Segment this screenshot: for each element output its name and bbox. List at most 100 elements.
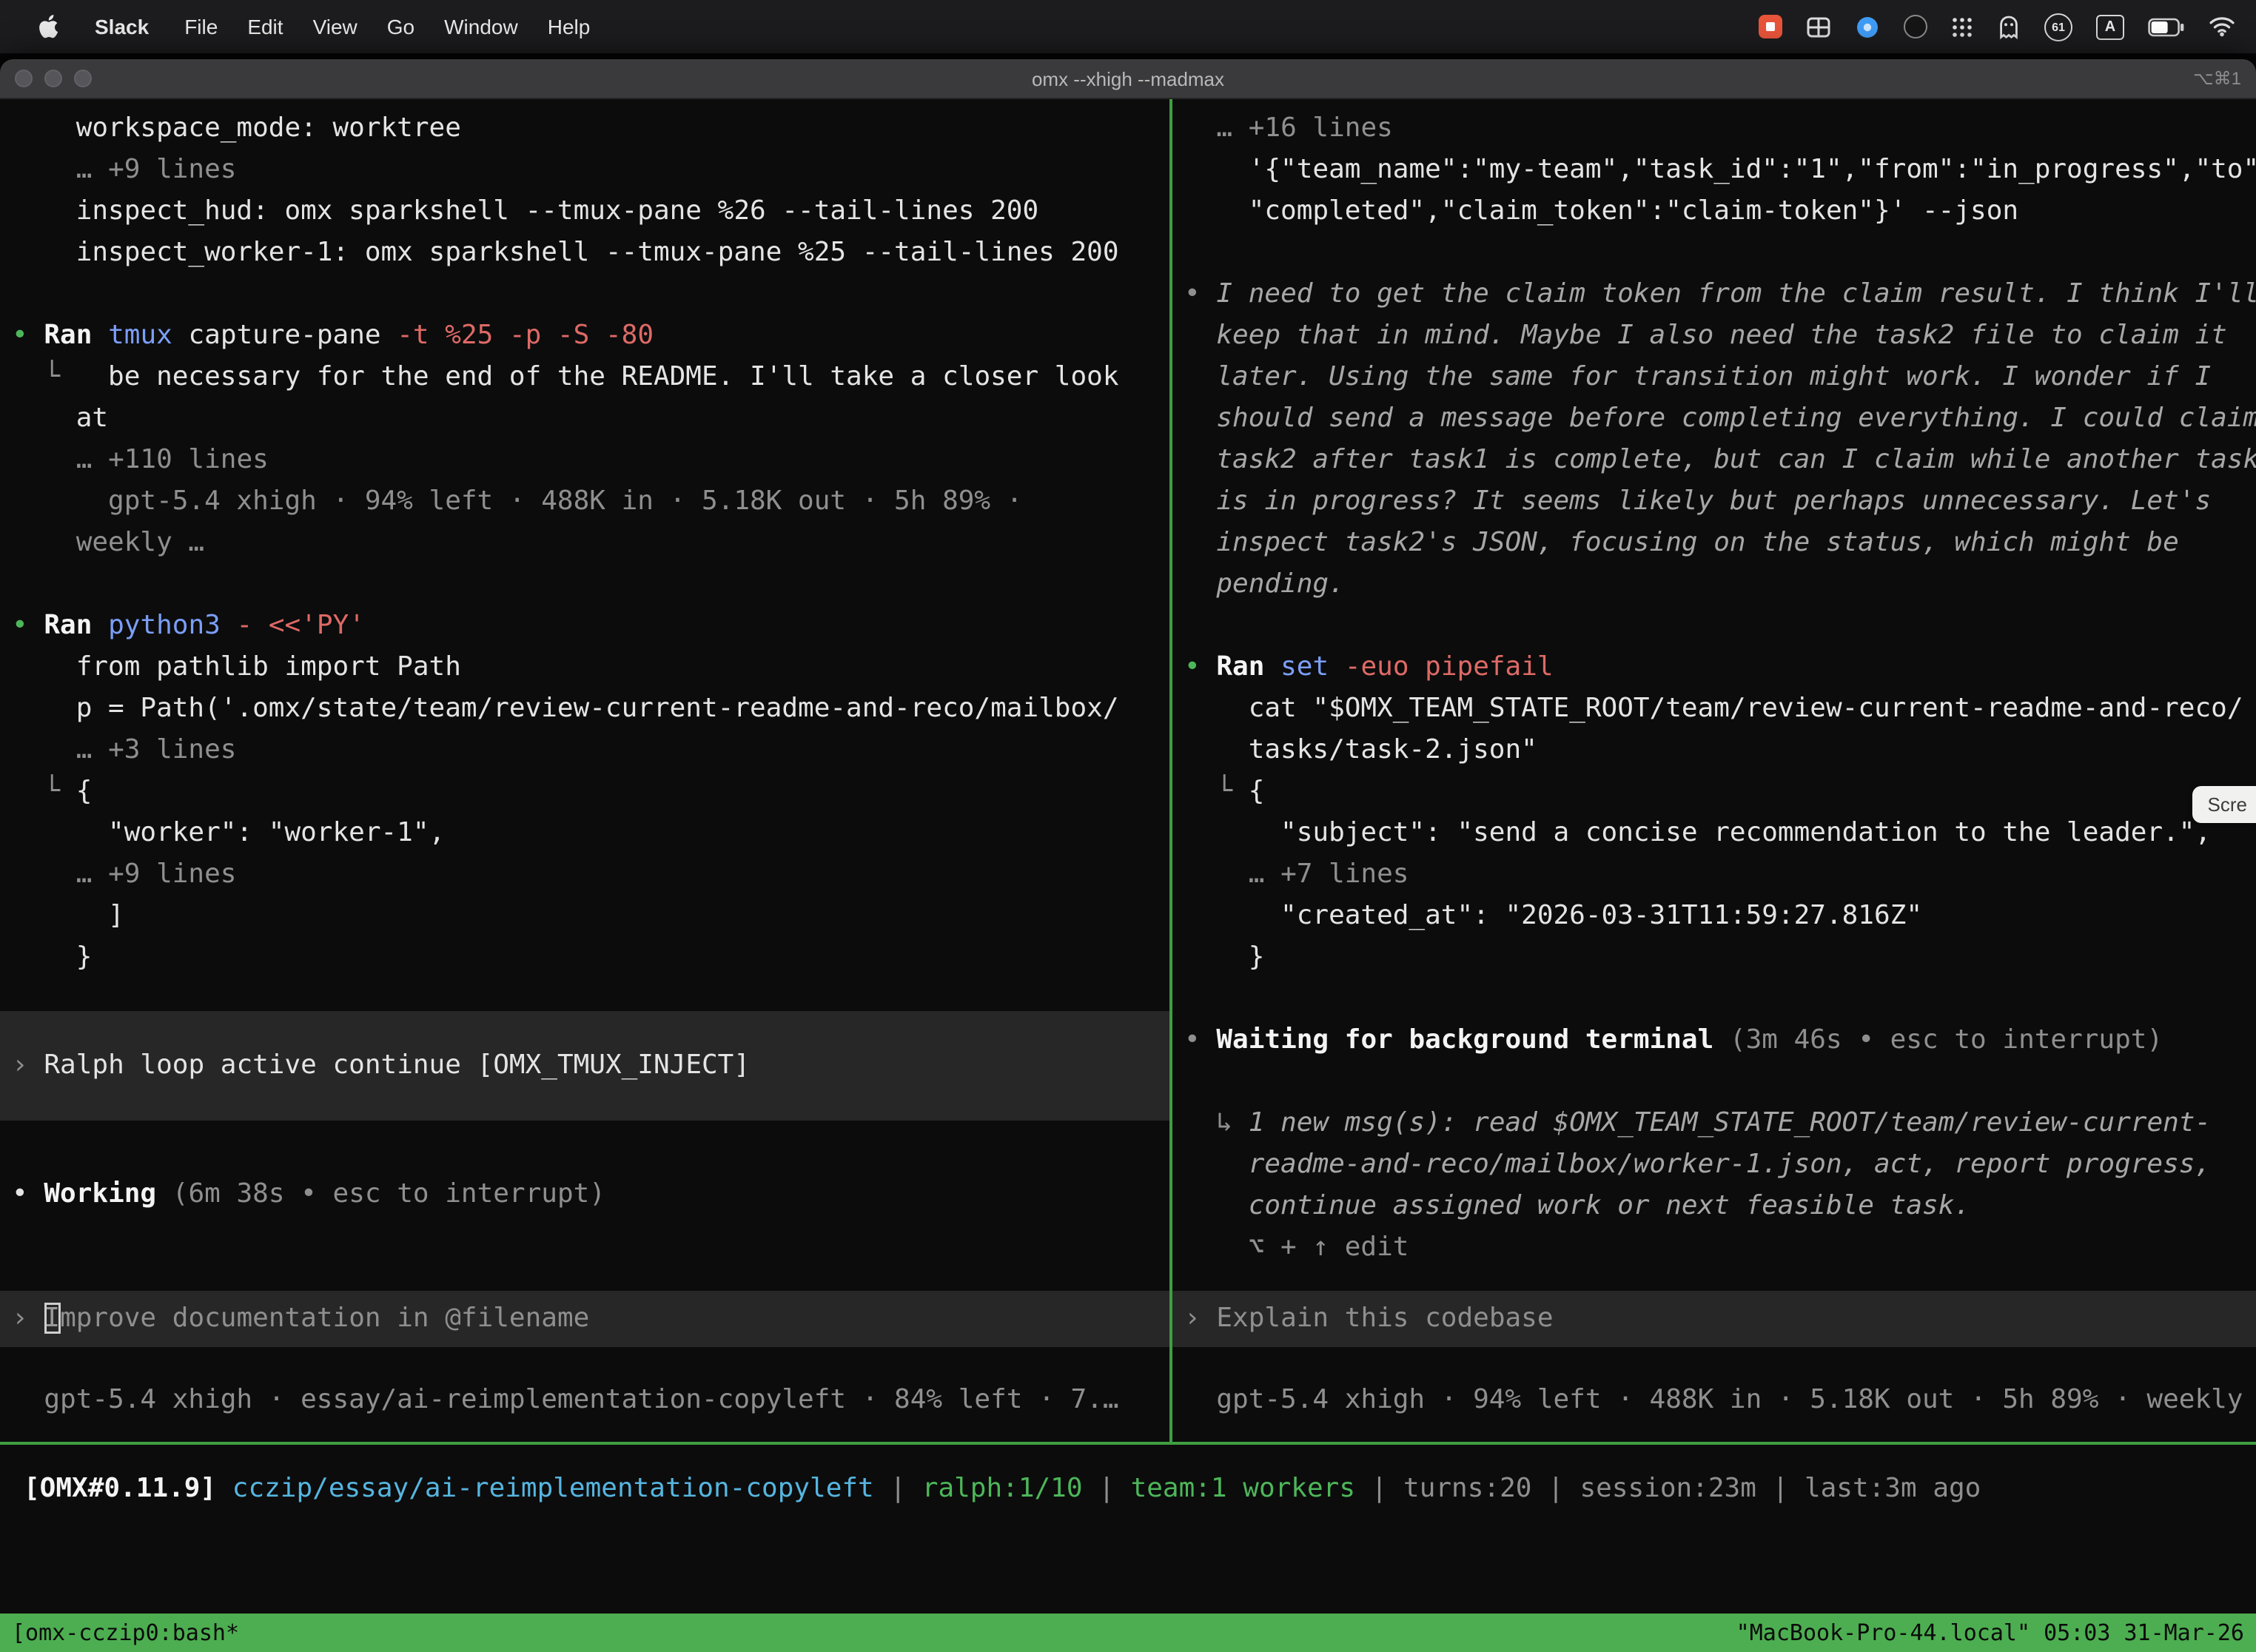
menu-items: FileEditViewGoWindowHelp (169, 15, 605, 38)
dots-grid-icon[interactable] (1951, 12, 1973, 41)
window-shortcut: ⌥⌘1 (2193, 68, 2241, 89)
battery-percentage-badge[interactable]: 61 (2044, 13, 2072, 41)
terminal-line: from pathlib import Path (0, 647, 1169, 688)
terminal-line: keep that in mind. Maybe I also need the… (1172, 315, 2256, 357)
menu-edit[interactable]: Edit (232, 15, 298, 38)
tmux-session-label: [omx-cczip0:bash* (12, 1619, 239, 1646)
wifi-icon[interactable] (2209, 12, 2235, 41)
terminal-line: pending. (1172, 564, 2256, 605)
terminal-line: "created_at": "2026-03-31T11:59:27.816Z" (1172, 896, 2256, 937)
text-segment: └ (12, 776, 76, 807)
terminal-line: … +110 lines (0, 440, 1169, 481)
menu-file[interactable]: File (169, 15, 232, 38)
tmux-host-time: "MacBook-Pro-44.local" 05:03 31-Mar-26 (1736, 1619, 2244, 1646)
text-segment: | (1756, 1473, 1805, 1504)
text-segment: keep that in mind. Maybe I also need the… (1184, 320, 2227, 351)
terminal-line: └ { (1172, 771, 2256, 813)
terminal-line: • Ran set -euo pipefail (1172, 647, 2256, 688)
text-segment: "completed","claim_token":"claim-token"}… (1184, 195, 2018, 226)
text-segment: Working (44, 1178, 172, 1209)
dark-app-icon[interactable] (1904, 12, 1927, 41)
text-segment: … +16 lines (1216, 113, 1392, 144)
text-segment (1184, 113, 1216, 144)
text-segment: ⌥ + ↑ edit (1184, 1232, 1409, 1263)
left-pane[interactable]: workspace_mode: worktree … +9 lines insp… (0, 99, 1172, 1442)
text-segment: "subject": "send a concise recommendatio… (1184, 817, 2211, 848)
text-segment: tasks/task-2.json" (1184, 734, 1537, 765)
text-segment: | (874, 1473, 922, 1504)
terminal-line: is in progress? It seems likely but perh… (1172, 481, 2256, 523)
menu-go[interactable]: Go (372, 15, 429, 38)
text-segment: Waiting for background terminal (1216, 1024, 1730, 1055)
text-segment: Ran (44, 610, 108, 641)
menu-bar: Slack FileEditViewGoWindowHelp 61 A (0, 0, 2256, 53)
text-segment: at (12, 403, 108, 434)
text-segment: (6m 38s • esc to interrupt) (172, 1178, 605, 1209)
menu-window[interactable]: Window (429, 15, 533, 38)
terminal-line: workspace_mode: worktree (0, 108, 1169, 150)
battery-icon[interactable] (2148, 12, 2185, 41)
text-segment (12, 444, 76, 475)
text-segment: set (1280, 651, 1345, 682)
text-segment: inspect_hud: omx sparkshell --tmux-pane … (12, 195, 1038, 226)
text-segment: • (12, 1178, 44, 1209)
terminal-line: continue assigned work or next feasible … (1172, 1186, 2256, 1227)
terminal-line: … +9 lines (0, 150, 1169, 191)
terminal-line: └ { (0, 771, 1169, 813)
text-segment (12, 154, 76, 185)
terminal-line: task2 after task1 is complete, but can I… (1172, 440, 2256, 481)
screen-recording-stop-icon[interactable] (1759, 15, 1782, 38)
text-segment (1184, 859, 1249, 890)
text-segment: later. Using the same for transition mig… (1184, 361, 2211, 392)
text-segment: • (1184, 651, 1216, 682)
terminal-line: gpt-5.4 xhigh · 94% left · 488K in · 5.1… (0, 481, 1169, 523)
screenshot-toast[interactable]: Scre (2193, 786, 2256, 823)
terminal-line: should send a message before completing … (1172, 398, 2256, 440)
text-segment: [OMX#0.11.9] (24, 1473, 232, 1504)
title-bar[interactable]: omx --xhigh --madmax ⌥⌘1 (0, 59, 2256, 99)
text-segment: "$OMX_TEAM_STATE_ROOT/team/review-curren… (1312, 693, 2243, 724)
text-segment: gpt-5.4 xhigh · 94% left · 488K in · 5.1… (1184, 1384, 2256, 1415)
blue-app-icon[interactable] (1855, 12, 1880, 41)
left-pane-bottom: › Improve documentation in @filename gpt… (0, 1291, 1169, 1442)
text-segment: p = Path('.omx/state/team/review-current… (12, 693, 1119, 724)
apple-menu-icon[interactable] (24, 15, 74, 38)
terminal-line: … +3 lines (0, 730, 1169, 771)
terminal-line: "subject": "send a concise recommendatio… (1172, 813, 2256, 854)
menu-view[interactable]: View (298, 15, 372, 38)
text-segment: capture-pane (188, 320, 397, 351)
terminal-line: cat "$OMX_TEAM_STATE_ROOT/team/review-cu… (1172, 688, 2256, 730)
terminal-line: • Ran python3 - <<'PY' (0, 605, 1169, 647)
window-title: omx --xhigh --madmax (0, 67, 2256, 90)
app-menu-slack[interactable]: Slack (80, 15, 164, 38)
text-segment: should send a message before completing … (1184, 403, 2256, 434)
text-segment: -euo pipefail (1345, 651, 1554, 682)
text-segment: | (1355, 1473, 1403, 1504)
text-segment: "created_at": "2026-03-31T11:59:27.816Z" (1184, 900, 1922, 931)
text-segment: { (76, 776, 93, 807)
right-pane[interactable]: … +16 lines '{"team_name":"my-team","tas… (1172, 99, 2256, 1442)
terminal-line: … +9 lines (0, 854, 1169, 896)
prompt-row[interactable]: › Explain this codebase (1172, 1291, 2256, 1347)
terminal-line (0, 564, 1169, 605)
terminal-line: } (0, 937, 1169, 978)
terminal-line: • Ran tmux capture-pane -t %25 -p -S -80 (0, 315, 1169, 357)
text-segment: continue assigned work or next feasible … (1184, 1190, 1970, 1221)
text-segment: ↳ (1184, 1107, 1249, 1138)
input-source-icon[interactable]: A (2096, 14, 2124, 39)
text-segment: from pathlib import Path (12, 651, 461, 682)
tmux-panes: workspace_mode: worktree … +9 lines insp… (0, 99, 2256, 1445)
terminal-line (1172, 978, 2256, 1020)
prompt-row[interactable]: › Improve documentation in @filename (0, 1291, 1169, 1347)
menu-help[interactable]: Help (533, 15, 605, 38)
window-grid-icon[interactable] (1806, 12, 1831, 41)
text-segment: • (1184, 278, 1216, 309)
prompt-row[interactable]: › Ralph loop active continue [OMX_TMUX_I… (0, 1011, 1169, 1121)
ghost-icon[interactable] (1997, 12, 2021, 41)
text-segment: › (1184, 1303, 1216, 1334)
text-segment (12, 859, 76, 890)
text-segment: | (1083, 1473, 1131, 1504)
text-segment: … +7 lines (1249, 859, 1409, 890)
terminal-line: inspect_worker-1: omx sparkshell --tmux-… (0, 232, 1169, 274)
terminal-line: • Waiting for background terminal (3m 46… (1172, 1020, 2256, 1061)
